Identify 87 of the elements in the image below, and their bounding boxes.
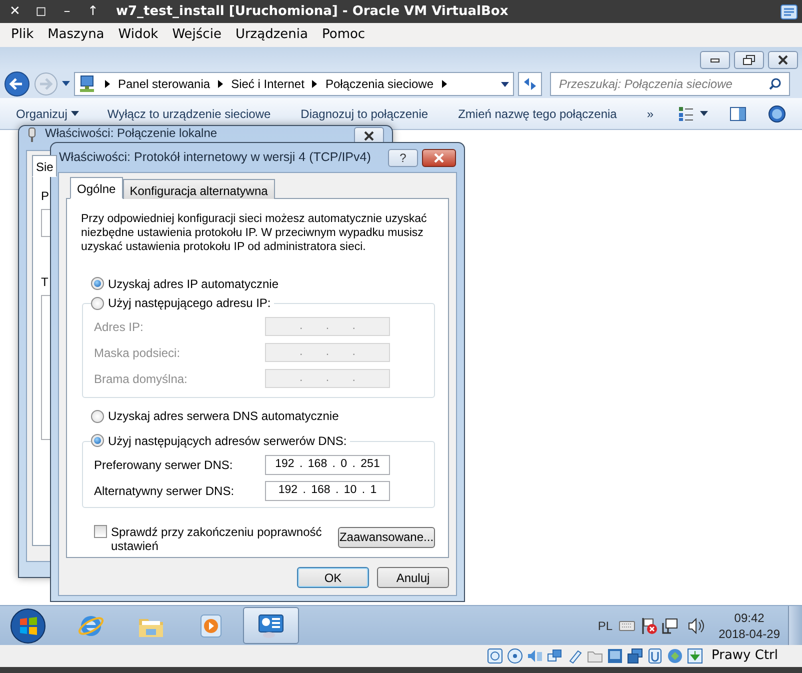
restore-icon <box>743 55 755 65</box>
windows-icon[interactable] <box>627 648 644 664</box>
close-button[interactable] <box>422 148 456 166</box>
menu-item[interactable]: Urządzenia <box>228 25 315 45</box>
search-icon <box>769 78 781 90</box>
refresh-icon[interactable] <box>518 72 542 96</box>
breadcrumb-item[interactable]: Panel sterowania <box>118 75 210 93</box>
minimize-button[interactable] <box>700 51 730 69</box>
toolbar-button[interactable]: Wyłącz to urządzenie sieciowe <box>107 104 271 122</box>
advanced-button[interactable]: Zaawansowane... <box>338 526 435 548</box>
language-indicator[interactable]: PL <box>598 616 613 634</box>
menu-item[interactable]: Maszyna <box>40 25 112 45</box>
chevron-icon <box>312 80 318 88</box>
field-label: Maska podsieci: <box>94 344 182 362</box>
field-label: T <box>41 274 48 291</box>
radio-circle[interactable] <box>91 434 104 447</box>
menu-item[interactable]: Wejście <box>165 25 228 45</box>
menu-item[interactable]: Pomoc <box>314 25 372 45</box>
radio-circle[interactable] <box>91 277 104 290</box>
menu-item[interactable]: Plik <box>4 25 41 45</box>
toolbar-button[interactable]: Zmień nazwę tego połączenia <box>458 104 617 122</box>
close-button[interactable]: ✕ <box>4 2 26 22</box>
ok-button[interactable]: OK <box>297 567 369 588</box>
display-icon[interactable] <box>607 648 624 664</box>
preview-pane-icon[interactable] <box>730 106 746 120</box>
cancel-button[interactable]: Anuluj <box>377 567 449 588</box>
field-label: Alternatywny serwer DNS: <box>94 482 236 500</box>
checkbox-option[interactable]: Sprawdź przy zakończeniu poprawność ustawień <box>94 524 334 552</box>
flag-error-icon[interactable] <box>640 616 658 634</box>
chevron-icon <box>442 80 446 88</box>
toolbar-button[interactable]: » <box>646 104 654 122</box>
dialog-title: Właściwości: Połączenie lokalne <box>45 127 218 140</box>
window-title: w7_test_install [Uruchomiona] - Oracle VM VirtualBox <box>116 2 510 21</box>
start-button[interactable] <box>8 606 48 644</box>
control-panel-icon <box>257 612 285 640</box>
help-icon[interactable] <box>768 104 786 122</box>
close-icon <box>363 131 375 141</box>
tab[interactable]: Ogólne <box>70 177 123 199</box>
network-folder-icon <box>79 75 97 93</box>
maximize-button[interactable]: ◻ <box>30 2 52 22</box>
breadcrumb-item[interactable]: Połączenia sieciowe <box>325 75 434 93</box>
field-label: P <box>41 188 50 205</box>
keyboard-icon[interactable] <box>618 620 635 630</box>
breadcrumb-item[interactable]: Sieć i Internet <box>231 75 304 93</box>
menu-item[interactable]: Widok <box>111 25 166 45</box>
clock-time[interactable]: 09:42 <box>734 610 764 626</box>
caret-icon[interactable] <box>700 111 708 116</box>
close-button[interactable] <box>768 51 798 69</box>
radio-circle[interactable] <box>91 410 104 422</box>
speaker-icon[interactable] <box>527 648 544 664</box>
volume-icon[interactable] <box>686 618 705 634</box>
toolbar-button[interactable]: Diagnozuj to połączenie <box>300 104 428 122</box>
help-button[interactable]: ? <box>388 148 418 166</box>
caret-icon[interactable] <box>62 81 70 87</box>
tab[interactable]: Konfiguracja alternatywna <box>122 179 275 199</box>
ip-address-field[interactable]: 192 . 168 . 0 . 251 <box>265 454 390 474</box>
close-icon <box>433 152 445 162</box>
chevron-icon <box>218 80 224 88</box>
close-icon <box>777 55 789 65</box>
view-icon[interactable] <box>678 106 694 122</box>
maximize-button[interactable] <box>734 51 764 69</box>
intro-text: Przy odpowiedniej konfiguracji sieci możesz automatycznie uzyskać niezbędne ustawienia protokołu IP. W przeciwnym wypadku musisz uzyskać ustawienia protokołu IP od administratora sieci. <box>81 212 428 254</box>
clock-date[interactable]: 2018-04-29 <box>718 626 780 642</box>
back-icon[interactable] <box>4 71 30 97</box>
search-field[interactable]: Przeszukaj: Połączenia sieciowe <box>550 72 790 96</box>
minimize-icon <box>710 57 720 63</box>
raise-button[interactable]: ↑ <box>82 2 104 22</box>
chevron-icon <box>105 80 110 88</box>
network-icon[interactable] <box>660 616 679 634</box>
download-icon[interactable] <box>687 648 704 664</box>
radio-circle[interactable] <box>91 296 104 310</box>
radio-option[interactable]: Użyj następującego adresu IP: <box>91 295 274 311</box>
field-label: Preferowany serwer DNS: <box>94 456 234 474</box>
ip-address-field[interactable]: 192 . 168 . 10 . 1 <box>265 480 390 500</box>
radio-option[interactable]: Użyj następujących adresów serwerów DNS: <box>91 432 350 448</box>
tab[interactable]: Sie <box>32 155 58 177</box>
field-label: Brama domyślna: <box>94 370 188 388</box>
field-label: Adres IP: <box>94 318 144 336</box>
dialog-title: Właściwości: Protokół internetowy w wersji 4 (TCP/IPv4) <box>59 149 372 166</box>
caret-icon <box>71 111 80 116</box>
checkbox[interactable] <box>94 524 107 538</box>
dropdown-icon[interactable] <box>501 82 509 86</box>
minimize-button[interactable]: – <box>56 2 78 22</box>
host-key-label: Prawy Ctrl <box>711 647 778 666</box>
taskbar-button[interactable] <box>243 607 299 644</box>
optical-disc-icon[interactable] <box>507 648 524 664</box>
toolbar-button[interactable]: Organizuj <box>16 104 80 122</box>
